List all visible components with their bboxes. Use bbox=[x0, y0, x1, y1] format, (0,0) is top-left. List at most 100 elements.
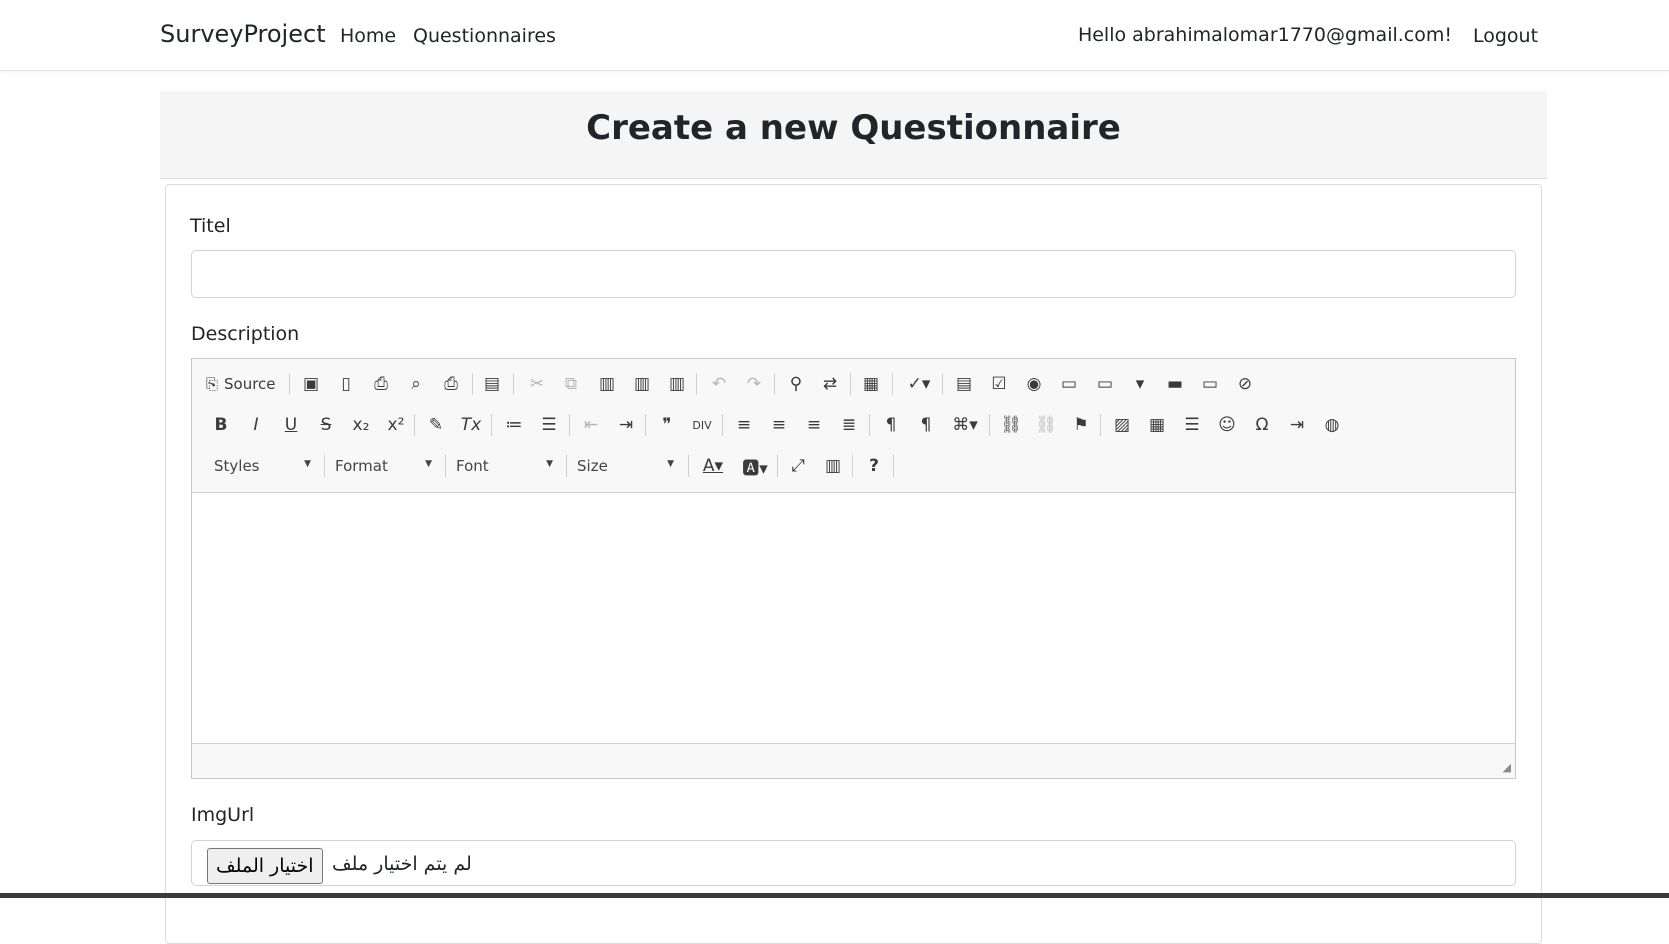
underline-icon[interactable]: U bbox=[276, 410, 306, 440]
toolbar-separator bbox=[491, 414, 492, 436]
source-icon: ⎘ bbox=[206, 375, 219, 393]
replace-icon[interactable]: ⇄ bbox=[815, 369, 845, 399]
justify-icon[interactable]: ≣ bbox=[834, 410, 864, 440]
toolbar-separator bbox=[893, 455, 894, 477]
undo-icon[interactable]: ↶ bbox=[704, 369, 734, 399]
size-combo[interactable]: Size ▼ bbox=[567, 451, 682, 481]
blockquote-icon[interactable]: ❞ bbox=[652, 410, 682, 440]
toolbar-separator bbox=[1100, 414, 1101, 436]
italic-icon[interactable]: I bbox=[241, 410, 271, 440]
styles-combo-label: Styles bbox=[214, 457, 260, 475]
strikethrough-icon[interactable]: S bbox=[311, 410, 341, 440]
user-greeting[interactable]: Hello abrahimalomar1770@gmail.com! bbox=[1078, 24, 1452, 46]
maximize-icon[interactable]: ⤢ bbox=[783, 451, 813, 481]
imgurl-label: ImgUrl bbox=[191, 804, 255, 826]
copy-formatting-icon[interactable]: ✎ bbox=[421, 410, 451, 440]
chevron-down-icon: ▼ bbox=[546, 459, 553, 469]
spellcheck-icon[interactable]: ✓▾ bbox=[900, 369, 938, 399]
logout-link[interactable]: Logout bbox=[1473, 25, 1538, 47]
editor-toolbar: ⎘ Source ▣ ▯ ⎙ ⌕ ⎙ ▤ ✂ ⧉ ▥ ▥ ▥ ↶ ↷ ⚲ ⇄ ▦ … bbox=[192, 359, 1515, 493]
decrease-indent-icon[interactable]: ⇤ bbox=[576, 410, 606, 440]
chevron-down-icon: ▼ bbox=[425, 459, 432, 469]
smiley-icon[interactable]: ☺ bbox=[1212, 410, 1242, 440]
select-icon[interactable]: ▾ bbox=[1125, 369, 1155, 399]
radio-icon[interactable]: ◉ bbox=[1019, 369, 1049, 399]
toolbar-separator bbox=[892, 373, 893, 395]
page-header: Create a new Questionnaire bbox=[160, 91, 1547, 179]
align-left-icon[interactable]: ≡ bbox=[729, 410, 759, 440]
superscript-icon[interactable]: x² bbox=[381, 410, 411, 440]
choose-file-button[interactable]: اختيار الملف bbox=[207, 848, 323, 884]
select-all-icon[interactable]: ▦ bbox=[856, 369, 886, 399]
format-combo[interactable]: Format ▼ bbox=[325, 451, 440, 481]
iframe-icon[interactable]: ◍ bbox=[1317, 410, 1347, 440]
create-div-icon[interactable]: DIV bbox=[687, 410, 717, 440]
bold-icon[interactable]: B bbox=[206, 410, 236, 440]
paste-word-icon[interactable]: ▥ bbox=[662, 369, 692, 399]
textarea-icon[interactable]: ▭ bbox=[1090, 369, 1120, 399]
copy-icon[interactable]: ⧉ bbox=[556, 369, 586, 399]
numbered-list-icon[interactable]: ≔ bbox=[499, 410, 529, 440]
text-field-icon[interactable]: ▭ bbox=[1054, 369, 1084, 399]
description-label: Description bbox=[191, 323, 300, 345]
toolbar-separator bbox=[777, 455, 778, 477]
editor-content-area[interactable] bbox=[192, 493, 1515, 744]
toolbar-separator bbox=[722, 414, 723, 436]
image-button-icon[interactable]: ▭ bbox=[1195, 369, 1225, 399]
print-icon[interactable]: ⎙ bbox=[436, 369, 466, 399]
hidden-field-icon[interactable]: ⊘ bbox=[1230, 369, 1260, 399]
rtl-icon[interactable]: ¶ bbox=[911, 410, 941, 440]
toolbar-separator bbox=[513, 373, 514, 395]
align-right-icon[interactable]: ≡ bbox=[799, 410, 829, 440]
text-color-icon[interactable]: A▾ bbox=[694, 451, 732, 481]
templates-icon[interactable]: ▤ bbox=[477, 369, 507, 399]
align-center-icon[interactable]: ≡ bbox=[764, 410, 794, 440]
file-status-text: لم يتم اختيار ملف bbox=[332, 853, 472, 875]
preview-icon[interactable]: ⌕ bbox=[401, 369, 431, 399]
page-break-icon[interactable]: ⇥ bbox=[1282, 410, 1312, 440]
about-icon[interactable]: ? bbox=[859, 451, 889, 481]
find-icon[interactable]: ⚲ bbox=[781, 369, 811, 399]
titel-label: Titel bbox=[190, 215, 231, 237]
nav-link-questionnaires[interactable]: Questionnaires bbox=[413, 25, 556, 47]
bulleted-list-icon[interactable]: ☰ bbox=[534, 410, 564, 440]
remove-format-icon[interactable]: Tx bbox=[456, 410, 486, 440]
paste-text-icon[interactable]: ▥ bbox=[627, 369, 657, 399]
brand-link[interactable]: SurveyProject bbox=[160, 20, 326, 48]
table-icon[interactable]: ▦ bbox=[1142, 410, 1172, 440]
unlink-icon[interactable]: ⛓ bbox=[1031, 410, 1061, 440]
checkbox-icon[interactable]: ☑ bbox=[984, 369, 1014, 399]
source-button[interactable]: ⎘ Source bbox=[204, 369, 284, 399]
language-icon[interactable]: ⌘▾ bbox=[946, 410, 984, 440]
paste-icon[interactable]: ▥ bbox=[592, 369, 622, 399]
subscript-icon[interactable]: x₂ bbox=[346, 410, 376, 440]
imgurl-file-input[interactable]: اختيار الملف لم يتم اختيار ملف bbox=[191, 840, 1516, 886]
show-blocks-icon[interactable]: ▥ bbox=[818, 451, 848, 481]
styles-combo[interactable]: Styles ▼ bbox=[204, 451, 319, 481]
special-char-icon[interactable]: Ω bbox=[1247, 410, 1277, 440]
toolbar-separator bbox=[289, 373, 290, 395]
background-color-icon[interactable]: 🅰▾ bbox=[736, 451, 774, 481]
chevron-down-icon: ▼ bbox=[304, 459, 311, 469]
button-icon[interactable]: ▬ bbox=[1160, 369, 1190, 399]
nav-link-home[interactable]: Home bbox=[340, 25, 396, 47]
font-combo[interactable]: Font ▼ bbox=[446, 451, 561, 481]
ltr-icon[interactable]: ¶ bbox=[876, 410, 906, 440]
form-icon[interactable]: ▤ bbox=[949, 369, 979, 399]
image-icon[interactable]: ▨ bbox=[1107, 410, 1137, 440]
link-icon[interactable]: ⛓ bbox=[996, 410, 1026, 440]
anchor-icon[interactable]: ⚑ bbox=[1066, 410, 1096, 440]
increase-indent-icon[interactable]: ⇥ bbox=[611, 410, 641, 440]
save-icon[interactable]: ▣ bbox=[296, 369, 326, 399]
titel-input[interactable] bbox=[191, 250, 1516, 298]
resize-handle-icon[interactable]: ◢ bbox=[1503, 761, 1511, 774]
bottom-bar bbox=[0, 893, 1669, 898]
rich-text-editor: ⎘ Source ▣ ▯ ⎙ ⌕ ⎙ ▤ ✂ ⧉ ▥ ▥ ▥ ↶ ↷ ⚲ ⇄ ▦ … bbox=[191, 358, 1516, 779]
toolbar-separator bbox=[645, 414, 646, 436]
cut-icon[interactable]: ✂ bbox=[522, 369, 552, 399]
redo-icon[interactable]: ↷ bbox=[739, 369, 769, 399]
horizontal-line-icon[interactable]: ☰ bbox=[1177, 410, 1207, 440]
new-page-icon[interactable]: ▯ bbox=[331, 369, 361, 399]
source-label: Source bbox=[224, 375, 276, 393]
export-pdf-icon[interactable]: ⎙ bbox=[366, 369, 396, 399]
